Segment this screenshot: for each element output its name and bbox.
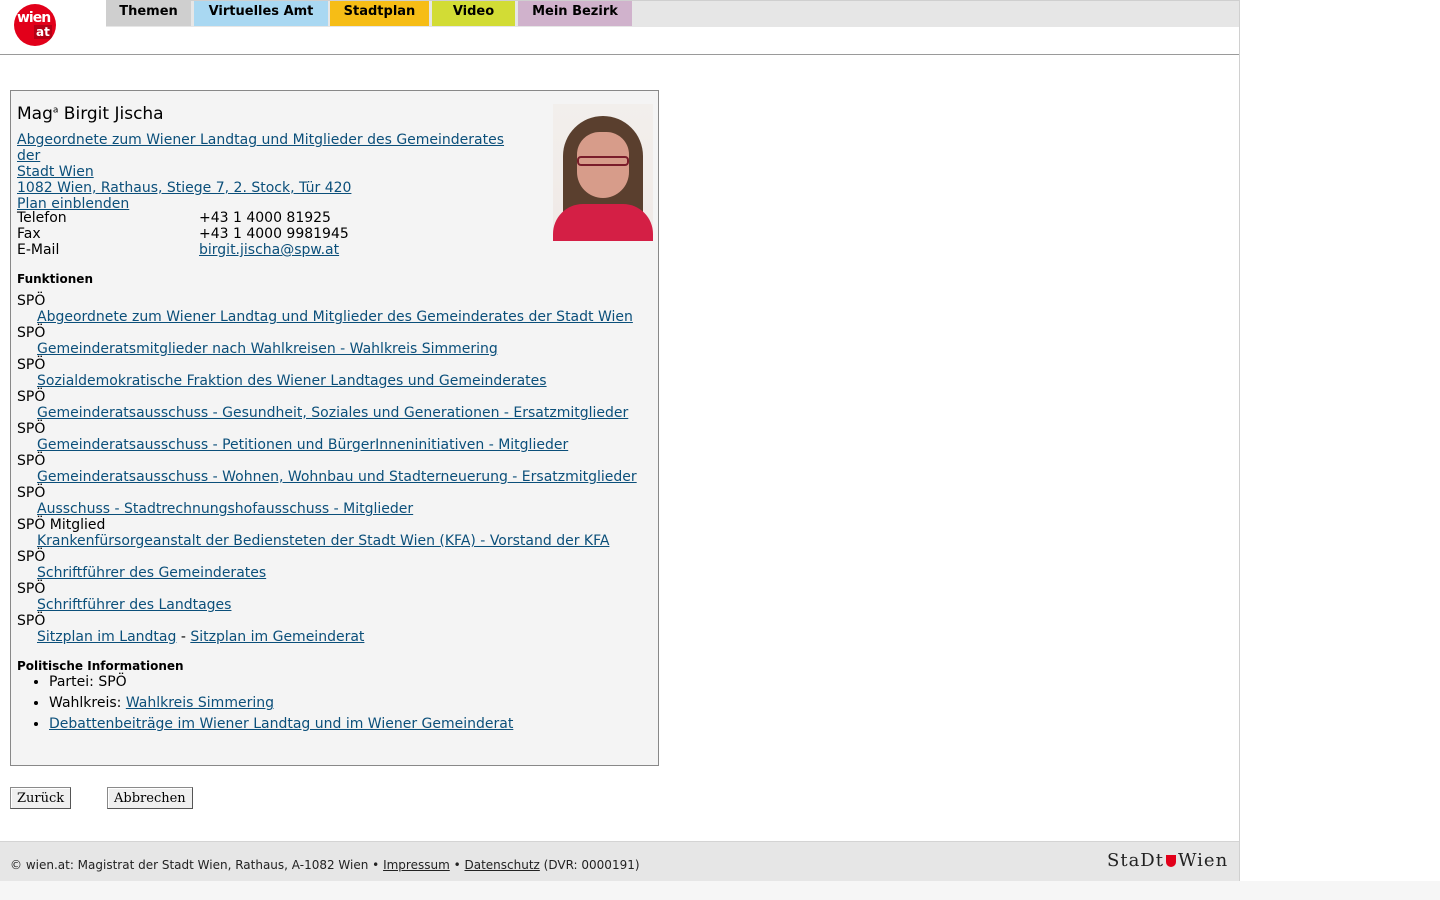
function-party: SPÖ [17, 581, 46, 597]
fax-label: Fax [17, 226, 41, 242]
nav-tab-themen[interactable]: Themen [106, 1, 191, 26]
footer-separator: • [449, 858, 465, 872]
contact-row-fax: Fax +43 1 4000 9981945 [17, 226, 349, 242]
footer: © wien.at: Magistrat der Stadt Wien, Rat… [0, 841, 1239, 882]
function-party: SPÖ [17, 453, 46, 469]
contact-table: Telefon +43 1 4000 81925 Fax +43 1 4000 … [17, 210, 349, 258]
function-link[interactable]: Gemeinderatsausschuss - Gesundheit, Sozi… [17, 405, 637, 421]
stadt-wien-logo[interactable]: StaDt Wien [1107, 850, 1228, 871]
function-link[interactable]: Ausschuss - Stadtrechnungshofausschuss -… [17, 501, 637, 517]
function-party: SPÖ [17, 293, 46, 309]
person-name: Maga Birgit Jischa [17, 104, 164, 124]
function-link[interactable]: Abgeordnete zum Wiener Landtag und Mitgl… [17, 309, 637, 325]
main-nav: Themen Virtuelles Amt Stadtplan Video Me… [106, 0, 1239, 27]
function-link[interactable]: Schriftführer des Landtages [17, 597, 637, 613]
list-item: Wahlkreis: Wahlkreis Simmering [49, 695, 513, 711]
functions-title: Funktionen [17, 272, 93, 286]
email-label: E-Mail [17, 242, 60, 258]
role-line2: Stadt Wien [17, 164, 94, 180]
cancel-button[interactable]: Abbrechen [107, 787, 193, 809]
role-line1: Abgeordnete zum Wiener Landtag und Mitgl… [17, 132, 505, 164]
function-party: SPÖ [17, 325, 46, 341]
back-button[interactable]: Zurück [10, 787, 72, 809]
bottom-bar [0, 881, 1440, 900]
phone-value: +43 1 4000 81925 [199, 210, 331, 226]
stadt-logo-left: StaDt [1107, 850, 1164, 871]
address-block: Abgeordnete zum Wiener Landtag und Mitgl… [17, 132, 507, 212]
functions-list: SPÖ Abgeordnete zum Wiener Landtag und M… [17, 293, 637, 645]
stadt-logo-right: Wien [1177, 850, 1229, 871]
function-party: SPÖ Mitglied [17, 517, 106, 533]
debates-link[interactable]: Debattenbeiträge im Wiener Landtag und i… [49, 716, 513, 732]
list-item: Partei: SPÖ [49, 674, 513, 690]
list-item: Debattenbeiträge im Wiener Landtag und i… [49, 716, 513, 732]
role-link[interactable]: Abgeordnete zum Wiener Landtag und Mitgl… [17, 132, 504, 180]
shield-icon [1165, 855, 1176, 867]
function-link[interactable]: Krankenfürsorgeanstalt der Bediensteten … [17, 533, 637, 549]
nav-tab-video[interactable]: Video [432, 1, 515, 26]
footer-dvr: (DVR: 0000191) [539, 858, 640, 872]
header: wien at Themen Virtuelles Amt Stadtplan … [0, 0, 1239, 55]
contact-row-phone: Telefon +43 1 4000 81925 [17, 210, 349, 226]
wien-at-logo[interactable]: wien at [14, 4, 56, 46]
nav-tab-stadtplan[interactable]: Stadtplan [330, 1, 429, 26]
seatplan-separator: - [176, 629, 191, 645]
contact-row-email: E-Mail birgit.jischa@spw.at [17, 242, 349, 258]
seatplan-landtag-link[interactable]: Sitzplan im Landtag [37, 629, 176, 645]
email-link[interactable]: birgit.jischa@spw.at [199, 242, 339, 258]
function-party: SPÖ [17, 421, 46, 437]
seatplan-row: Sitzplan im Landtag - Sitzplan im Gemein… [17, 629, 637, 645]
impressum-link[interactable]: Impressum [383, 858, 450, 872]
name-prefix: Mag [17, 104, 53, 124]
nav-tab-virtuelles-amt[interactable]: Virtuelles Amt [194, 1, 328, 26]
party-label: Partei: [49, 674, 99, 690]
function-link[interactable]: Gemeinderatsausschuss - Wohnen, Wohnbau … [17, 469, 637, 485]
district-link[interactable]: Wahlkreis Simmering [126, 695, 274, 711]
footer-text: © wien.at: Magistrat der Stadt Wien, Rat… [10, 858, 640, 872]
function-party: SPÖ [17, 485, 46, 501]
name-text: Birgit Jischa [58, 104, 164, 124]
logo-text-bottom: at [34, 25, 52, 39]
political-info-title: Politische Informationen [17, 659, 184, 673]
party-value: SPÖ [98, 674, 127, 690]
function-party: SPÖ [17, 549, 46, 565]
function-link[interactable]: Gemeinderatsausschuss - Petitionen und B… [17, 437, 637, 453]
address-link[interactable]: 1082 Wien, Rathaus, Stiege 7, 2. Stock, … [17, 180, 351, 196]
phone-label: Telefon [17, 210, 67, 226]
footer-copyright: © wien.at: Magistrat der Stadt Wien, Rat… [10, 858, 384, 872]
function-link[interactable]: Sozialdemokratische Fraktion des Wiener … [17, 373, 637, 389]
person-card: Maga Birgit Jischa Abgeordnete zum Wiene… [10, 90, 659, 766]
nav-tab-mein-bezirk[interactable]: Mein Bezirk [518, 1, 632, 26]
fax-value: +43 1 4000 9981945 [199, 226, 349, 242]
function-link[interactable]: Gemeinderatsmitglieder nach Wahlkreisen … [17, 341, 637, 357]
page: wien at Themen Virtuelles Amt Stadtplan … [0, 0, 1240, 900]
political-info-list: Partei: SPÖ Wahlkreis: Wahlkreis Simmeri… [17, 674, 513, 737]
person-photo [553, 104, 653, 241]
logo-text-top: wien [17, 10, 51, 26]
district-label: Wahlkreis: [49, 695, 126, 711]
function-party: SPÖ [17, 357, 46, 373]
function-link[interactable]: Schriftführer des Gemeinderates [17, 565, 637, 581]
datenschutz-link[interactable]: Datenschutz [464, 858, 539, 872]
function-party: SPÖ [17, 389, 46, 405]
seatplan-gemeinderat-link[interactable]: Sitzplan im Gemeinderat [190, 629, 364, 645]
function-party: SPÖ [17, 613, 46, 629]
